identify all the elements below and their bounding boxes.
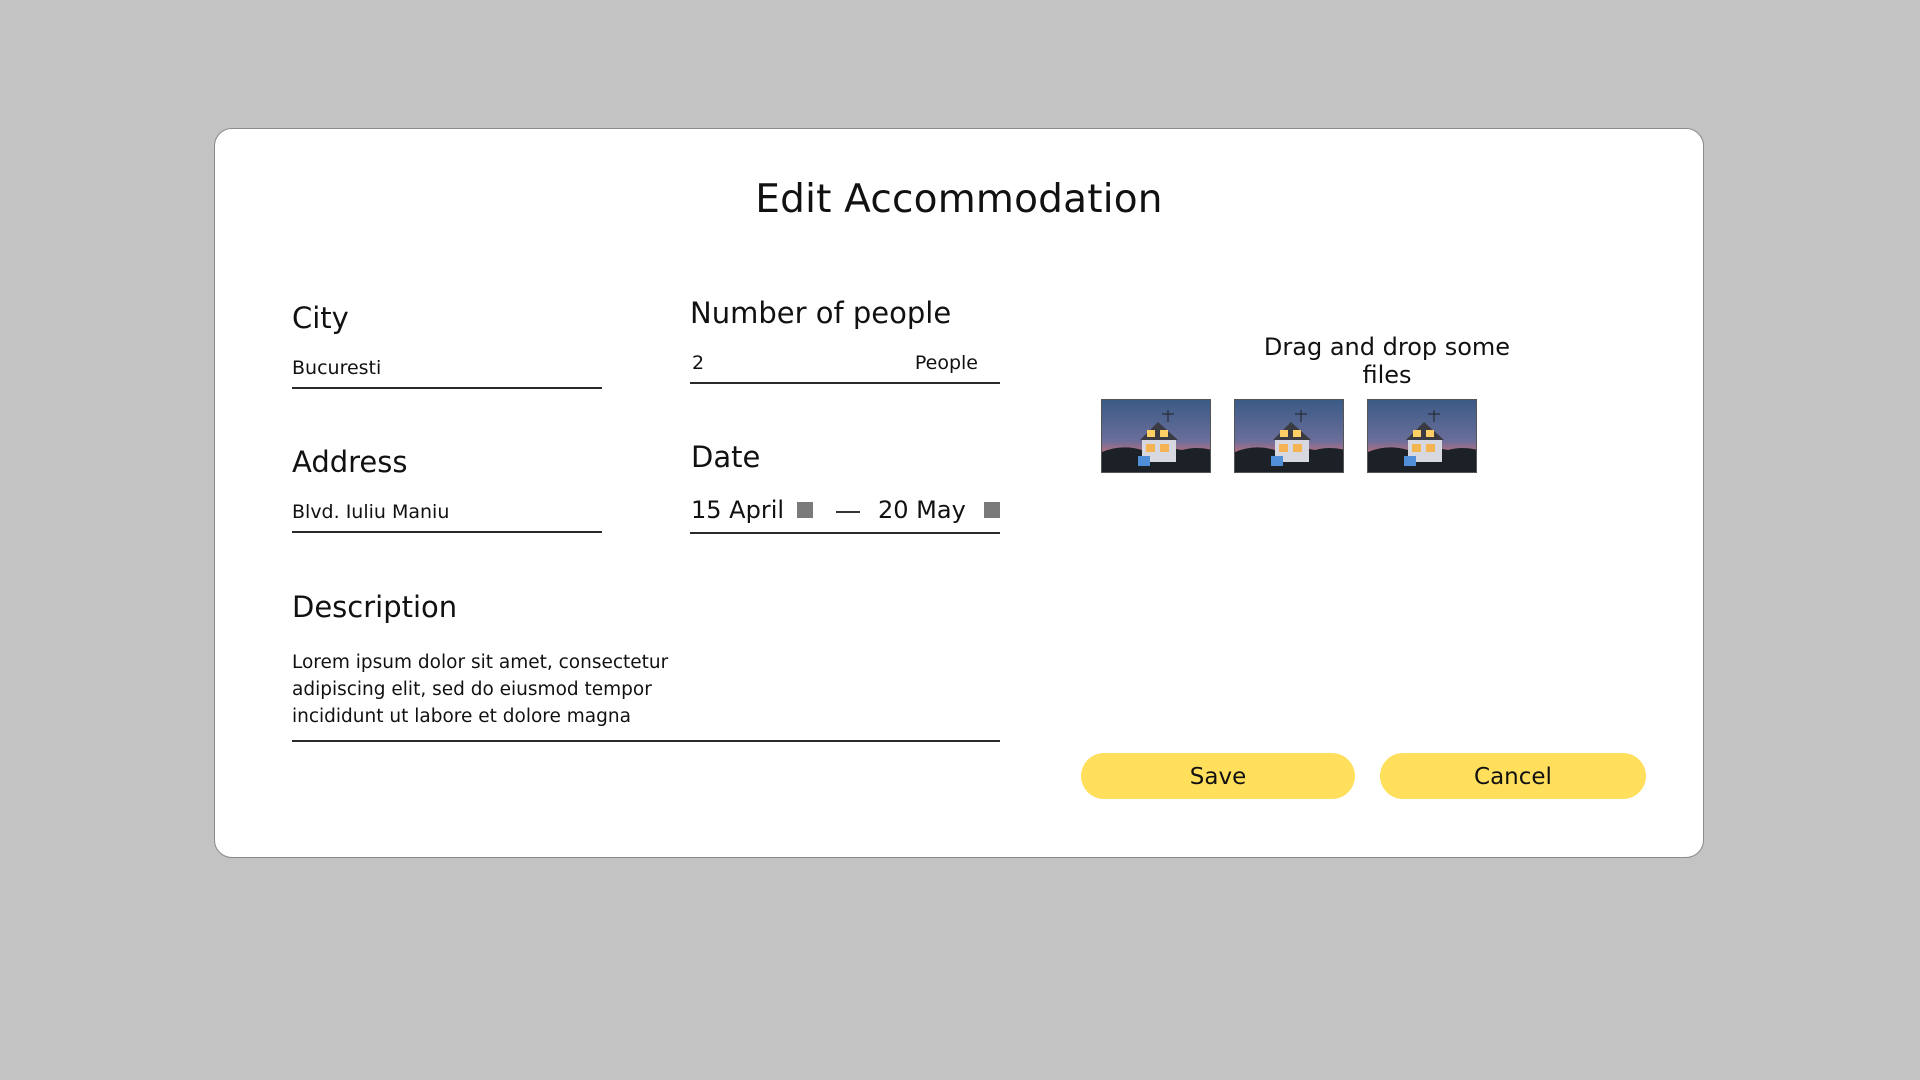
address-label: Address bbox=[292, 445, 408, 479]
date-separator bbox=[836, 511, 860, 513]
house-photo-thumbnail[interactable] bbox=[1367, 399, 1477, 473]
edit-accommodation-dialog: Edit Accommodation City Bucuresti Addres… bbox=[214, 128, 1704, 858]
number-of-people-field[interactable]: 2 People bbox=[690, 336, 1000, 384]
end-date-value[interactable]: 20 May bbox=[878, 496, 966, 524]
number-of-people-value: 2 bbox=[692, 352, 705, 374]
description-label: Description bbox=[292, 590, 458, 624]
date-label: Date bbox=[691, 440, 761, 474]
calendar-icon[interactable] bbox=[797, 502, 813, 518]
dialog-title: Edit Accommodation bbox=[755, 177, 1163, 222]
description-value: Lorem ipsum dolor sit amet, consectetur … bbox=[292, 652, 669, 727]
address-value: Blvd. Iuliu Maniu bbox=[292, 501, 450, 523]
city-label: City bbox=[292, 301, 349, 335]
calendar-icon[interactable] bbox=[984, 502, 1000, 518]
city-field[interactable]: Bucuresti bbox=[292, 341, 602, 389]
drag-drop-label: Drag and drop some files bbox=[1263, 333, 1511, 389]
save-button[interactable]: Save bbox=[1081, 753, 1355, 799]
house-photo-thumbnail[interactable] bbox=[1101, 399, 1211, 473]
date-range-field[interactable]: 15 April 20 May bbox=[690, 479, 1000, 534]
address-field[interactable]: Blvd. Iuliu Maniu bbox=[292, 485, 602, 533]
description-field[interactable]: Lorem ipsum dolor sit amet, consectetur … bbox=[292, 639, 1000, 742]
house-photo-icon bbox=[1102, 400, 1210, 472]
city-value: Bucuresti bbox=[292, 357, 382, 379]
start-date-value[interactable]: 15 April bbox=[691, 496, 784, 524]
cancel-button[interactable]: Cancel bbox=[1380, 753, 1646, 799]
people-unit-label: People bbox=[914, 352, 978, 374]
house-photo-icon bbox=[1368, 400, 1476, 472]
house-photo-icon bbox=[1235, 400, 1343, 472]
number-of-people-label: Number of people bbox=[690, 296, 952, 330]
house-photo-thumbnail[interactable] bbox=[1234, 399, 1344, 473]
